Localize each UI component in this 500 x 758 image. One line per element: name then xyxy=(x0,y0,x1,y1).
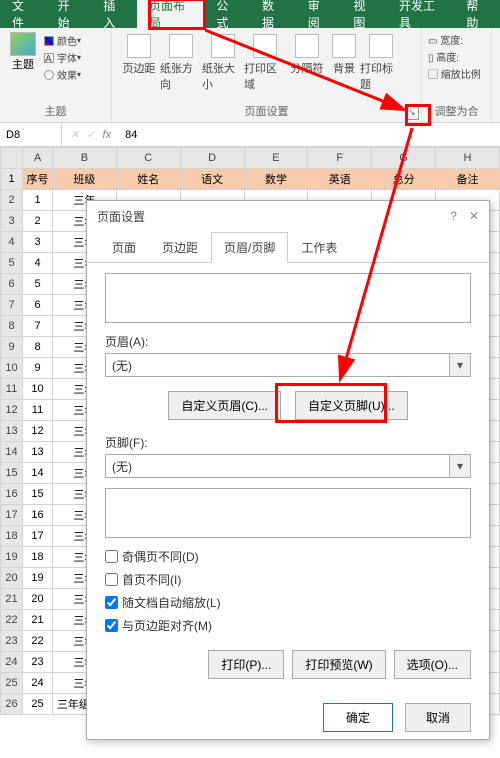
tab-9[interactable]: 帮助 xyxy=(454,0,500,28)
footer-preview xyxy=(105,488,471,538)
print-preview-button[interactable]: 打印预览(W) xyxy=(292,650,385,679)
ribbon-body: 主题 颜色 ▾ A字体 ▾ 效果 ▾ 主题 页边距 纸张方向 纸张大小 打印区域… xyxy=(0,28,500,123)
field-header: 语文 xyxy=(180,169,244,190)
tab-6[interactable]: 审阅 xyxy=(296,0,342,28)
column-header[interactable]: H xyxy=(436,148,500,169)
tab-3[interactable]: 页面布局 xyxy=(137,0,204,28)
custom-footer-button[interactable]: 自定义页脚(U)... xyxy=(295,391,408,420)
footer-label: 页脚(F): xyxy=(105,434,471,451)
footer-select[interactable]: (无) xyxy=(105,454,471,478)
dialog-tab-2[interactable]: 页眉/页脚 xyxy=(211,232,288,263)
cancel-button[interactable]: 取消 xyxy=(405,703,471,732)
column-header[interactable] xyxy=(1,148,23,169)
formula-input[interactable]: 84 xyxy=(119,129,137,141)
effects-button[interactable]: 效果 ▾ xyxy=(44,66,81,83)
field-header: 班级 xyxy=(53,169,117,190)
page-setup-dialog-launcher[interactable]: ↘ xyxy=(405,106,419,120)
fonts-button[interactable]: A字体 ▾ xyxy=(44,49,81,66)
print-button[interactable]: 打印(P)... xyxy=(208,650,284,679)
height-control[interactable]: ▯ 高度: xyxy=(428,48,485,65)
dialog-close-icon[interactable]: ✕ xyxy=(469,209,479,223)
tab-7[interactable]: 视图 xyxy=(341,0,387,28)
column-header[interactable]: B xyxy=(53,148,117,169)
ribbon-group-page-setup: 页边距 纸张方向 纸张大小 打印区域 分隔符 背景 打印标题 页面设置 ↘ xyxy=(112,28,422,122)
name-box[interactable]: D8 xyxy=(0,123,62,146)
align-margins-checkbox[interactable]: 与页边距对齐(M) xyxy=(105,617,471,634)
ribbon-tabs: 文件开始插入页面布局公式数据审阅视图开发工具帮助 xyxy=(0,0,500,28)
field-header: 备注 xyxy=(436,169,500,190)
margins-button[interactable]: 页边距 xyxy=(118,32,160,92)
tab-8[interactable]: 开发工具 xyxy=(387,0,454,28)
column-header[interactable]: G xyxy=(372,148,436,169)
column-header[interactable]: D xyxy=(180,148,244,169)
scale-with-doc-checkbox[interactable]: 随文档自动缩放(L) xyxy=(105,594,471,611)
dialog-help-icon[interactable]: ? xyxy=(450,209,457,223)
print-area-button[interactable]: 打印区域 xyxy=(244,32,286,92)
width-control[interactable]: ▭ 宽度: xyxy=(428,31,485,48)
tab-5[interactable]: 数据 xyxy=(250,0,296,28)
dialog-tab-1[interactable]: 页边距 xyxy=(149,232,211,263)
size-button[interactable]: 纸张大小 xyxy=(202,32,244,92)
tab-0[interactable]: 文件 xyxy=(0,0,46,28)
colors-button[interactable]: 颜色 ▾ xyxy=(44,32,81,49)
formula-bar: D8 fx 84 xyxy=(0,123,500,147)
dialog-title: 页面设置 xyxy=(97,208,145,225)
page-setup-dialog: 页面设置 ? ✕ 页面页边距页眉/页脚工作表 页眉(A): (无) 自定义页眉(… xyxy=(86,200,490,740)
tab-4[interactable]: 公式 xyxy=(204,0,250,28)
field-header: 英语 xyxy=(308,169,372,190)
orientation-button[interactable]: 纸张方向 xyxy=(160,32,202,92)
odd-even-checkbox[interactable]: 奇偶页不同(D) xyxy=(105,548,471,565)
column-header[interactable]: A xyxy=(23,148,53,169)
tab-1[interactable]: 开始 xyxy=(46,0,92,28)
column-header[interactable]: C xyxy=(116,148,180,169)
header-label: 页眉(A): xyxy=(105,333,471,350)
tab-2[interactable]: 插入 xyxy=(91,0,137,28)
breaks-button[interactable]: 分隔符 xyxy=(286,32,328,92)
column-header[interactable]: E xyxy=(244,148,308,169)
header-select[interactable]: (无) xyxy=(105,353,471,377)
scale-control[interactable]: ▢ 缩放比例 xyxy=(428,65,485,82)
custom-header-button[interactable]: 自定义页眉(C)... xyxy=(168,391,281,420)
field-header: 数学 xyxy=(244,169,308,190)
first-page-checkbox[interactable]: 首页不同(I) xyxy=(105,571,471,588)
ribbon-group-scale: ▭ 宽度: ▯ 高度: ▢ 缩放比例 调整为合 xyxy=(422,28,492,122)
field-header: 序号 xyxy=(23,169,53,190)
ribbon-group-themes: 主题 颜色 ▾ A字体 ▾ 效果 ▾ 主题 xyxy=(0,28,112,122)
fx-icon[interactable]: fx xyxy=(62,128,119,141)
column-header[interactable]: F xyxy=(308,148,372,169)
header-preview xyxy=(105,273,471,323)
themes-button[interactable]: 主题 xyxy=(6,32,40,72)
dialog-tab-0[interactable]: 页面 xyxy=(99,232,149,263)
background-button[interactable]: 背景 xyxy=(328,32,360,92)
field-header: 总分 xyxy=(372,169,436,190)
print-titles-button[interactable]: 打印标题 xyxy=(360,32,402,92)
field-header: 姓名 xyxy=(116,169,180,190)
options-button[interactable]: 选项(O)... xyxy=(394,650,471,679)
ok-button[interactable]: 确定 xyxy=(323,703,393,732)
dialog-tabs: 页面页边距页眉/页脚工作表 xyxy=(87,231,489,263)
dialog-tab-3[interactable]: 工作表 xyxy=(288,232,350,263)
